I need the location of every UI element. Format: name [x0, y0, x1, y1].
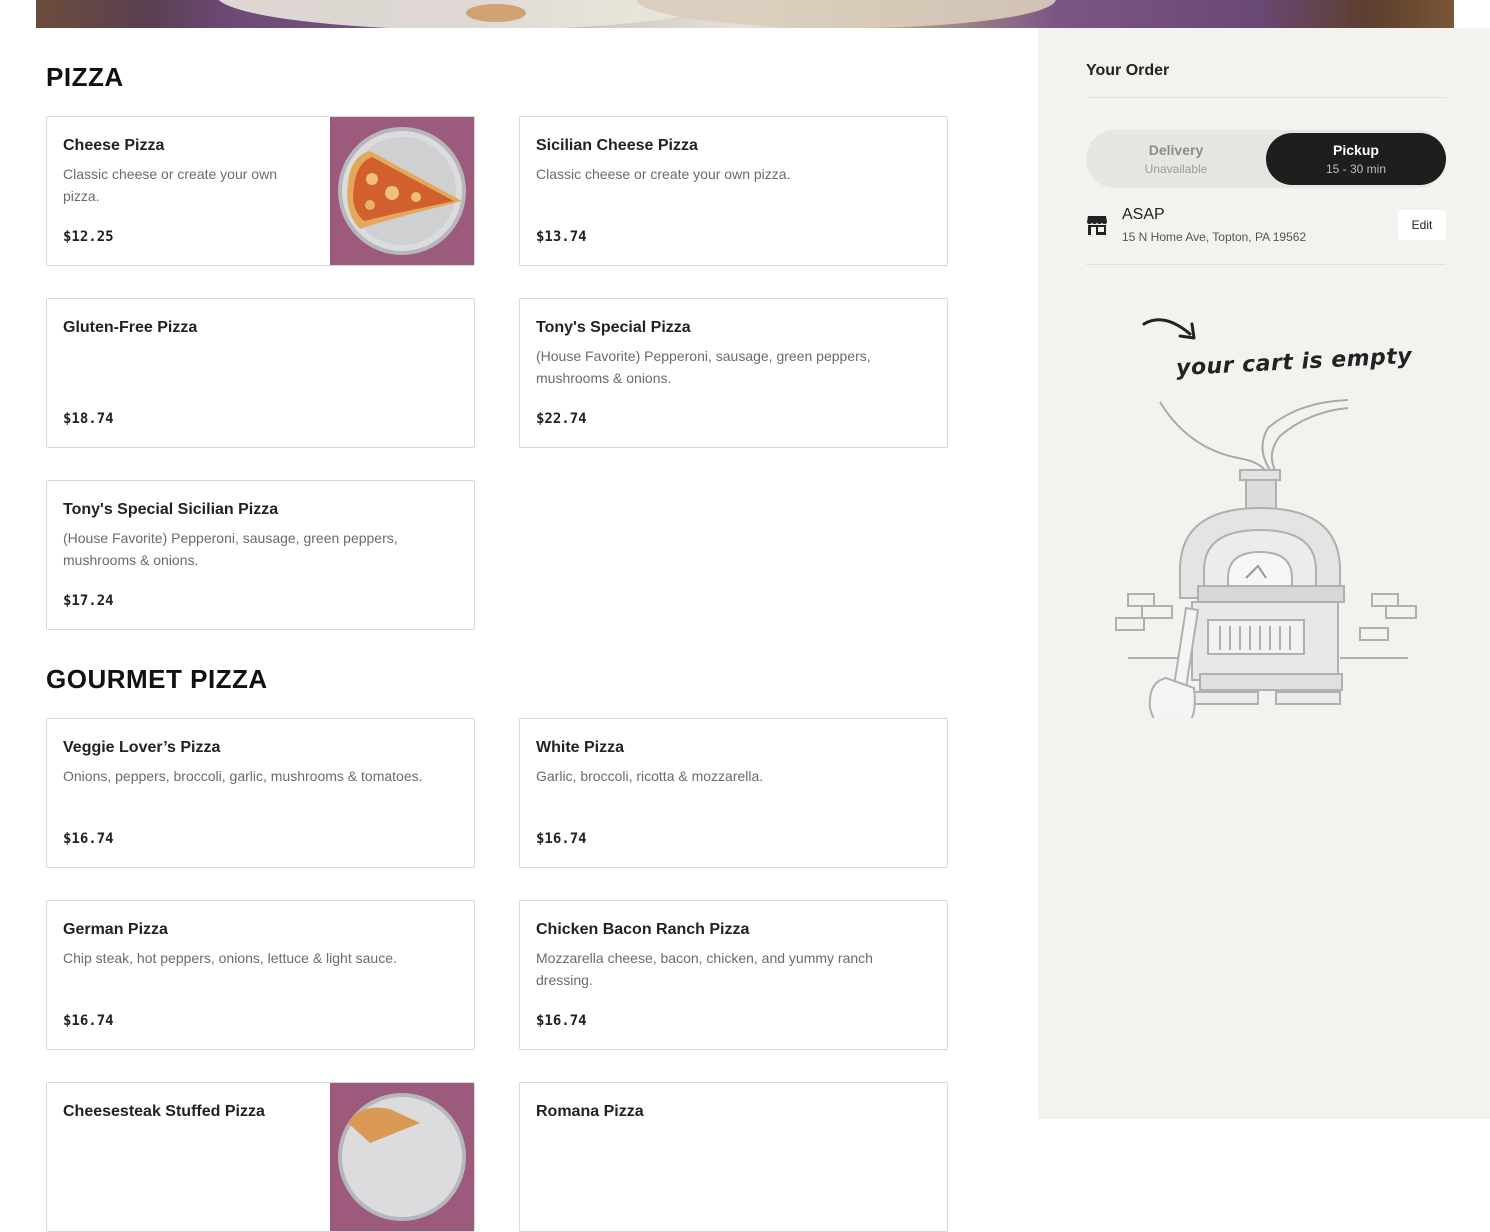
item-name: Tony's Special Pizza: [536, 319, 691, 336]
item-name: German Pizza: [63, 921, 168, 938]
item-price: $13.74: [536, 229, 587, 245]
menu-item-card[interactable]: Tony's Special Sicilian Pizza (House Fav…: [46, 480, 475, 630]
menu-item-card[interactable]: Chicken Bacon Ranch Pizza Mozzarella che…: [519, 900, 948, 1050]
menu-item-card[interactable]: Gluten-Free Pizza $18.74: [46, 298, 475, 448]
item-name: Veggie Lover’s Pizza: [63, 739, 221, 756]
delivery-option[interactable]: Delivery Unavailable: [1086, 133, 1266, 185]
pickup-time: 15 - 30 min: [1325, 162, 1387, 176]
item-name: Tony's Special Sicilian Pizza: [63, 501, 279, 518]
item-price: $18.74: [63, 411, 114, 427]
divider: [1086, 264, 1446, 265]
order-sidebar: Your Order Delivery Unavailable Pickup 1…: [1038, 28, 1490, 1119]
edit-pickup-button[interactable]: Edit: [1398, 210, 1446, 240]
item-price: $16.74: [63, 1013, 114, 1029]
item-description: Garlic, broccoli, ricotta & mozzarella.: [536, 768, 764, 784]
pickup-time-label: ASAP: [1122, 206, 1165, 223]
item-name: White Pizza: [536, 739, 625, 756]
item-name: Cheesesteak Stuffed Pizza: [63, 1103, 265, 1120]
pickup-label: Pickup: [1333, 142, 1379, 158]
item-description: (House Favorite) Pepperoni, sausage, gre…: [536, 348, 871, 386]
menu-item-card[interactable]: Sicilian Cheese Pizza Classic cheese or …: [519, 116, 948, 266]
menu-item-card[interactable]: German Pizza Chip steak, hot peppers, on…: [46, 900, 475, 1050]
item-photo: [330, 1083, 474, 1231]
item-photo: [330, 117, 474, 265]
pickup-address: 15 N Home Ave, Topton, PA 19562: [1122, 230, 1307, 244]
item-description: Chip steak, hot peppers, onions, lettuce…: [63, 950, 397, 966]
item-description: Classic cheese or create your own pizza.: [536, 166, 791, 182]
item-price: $22.74: [536, 411, 587, 427]
item-price: $16.74: [63, 831, 114, 847]
section-title-gourmet-pizza: GOURMET PIZZA: [46, 664, 268, 694]
menu-item-card[interactable]: Tony's Special Pizza (House Favorite) Pe…: [519, 298, 948, 448]
menu-item-card[interactable]: Cheese Pizza Classic cheese or create yo…: [46, 116, 475, 266]
item-name: Cheese Pizza: [63, 137, 165, 154]
menu-item-card[interactable]: Veggie Lover’s Pizza Onions, peppers, br…: [46, 718, 475, 868]
delivery-label: Delivery: [1148, 142, 1204, 158]
item-name: Sicilian Cheese Pizza: [536, 137, 698, 154]
hero-banner-image: [36, 0, 1454, 28]
item-price: $16.74: [536, 1013, 587, 1029]
divider: [1086, 97, 1446, 98]
section-title-pizza: PIZZA: [46, 62, 124, 92]
item-price: $16.74: [536, 831, 587, 847]
delivery-status: Unavailable: [1144, 162, 1208, 176]
order-title: Your Order: [1086, 62, 1170, 79]
pizza-oven-illustration: [1108, 308, 1418, 730]
item-price: $12.25: [63, 229, 114, 245]
item-description: Classic cheese or create your own pizza.: [63, 166, 277, 204]
item-description: Mozzarella cheese, bacon, chicken, and y…: [536, 950, 873, 988]
item-name: Chicken Bacon Ranch Pizza: [536, 921, 750, 938]
fulfillment-toggle: Delivery Unavailable Pickup 15 - 30 min: [1086, 130, 1446, 188]
item-description: Onions, peppers, broccoli, garlic, mushr…: [63, 768, 423, 784]
item-name: Romana Pizza: [536, 1103, 644, 1120]
menu-item-card[interactable]: Romana Pizza: [519, 1082, 948, 1232]
item-price: $17.24: [63, 593, 114, 609]
item-name: Gluten-Free Pizza: [63, 319, 198, 336]
pickup-option[interactable]: Pickup 15 - 30 min: [1266, 133, 1446, 185]
menu-item-card[interactable]: White Pizza Garlic, broccoli, ricotta & …: [519, 718, 948, 868]
store-icon: [1086, 214, 1108, 241]
item-description: (House Favorite) Pepperoni, sausage, gre…: [63, 530, 398, 568]
menu-item-card[interactable]: Cheesesteak Stuffed Pizza: [46, 1082, 475, 1232]
